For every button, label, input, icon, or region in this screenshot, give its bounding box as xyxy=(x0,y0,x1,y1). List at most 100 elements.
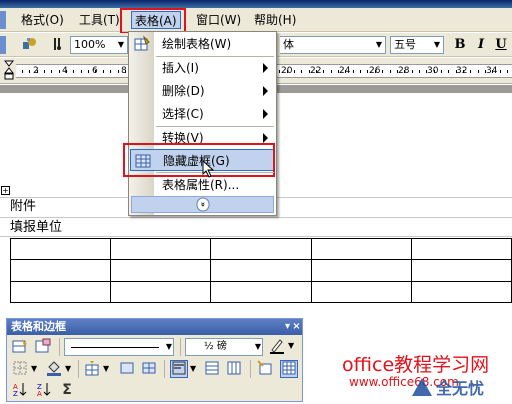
table-cell[interactable] xyxy=(110,259,212,282)
font-name-combo[interactable]: 体 ▼ xyxy=(280,36,386,54)
doc-line-attachment: 附件 xyxy=(10,199,37,214)
ruler-tick xyxy=(426,70,427,73)
outside-border-icon[interactable] xyxy=(11,360,29,378)
table-cell[interactable] xyxy=(410,259,512,282)
eraser-icon[interactable] xyxy=(34,338,52,356)
research-icon[interactable] xyxy=(20,36,38,54)
menu-item-label: 表格属性(R)... xyxy=(162,178,240,192)
table-cell[interactable] xyxy=(110,237,212,261)
distribute-columns-icon[interactable] xyxy=(225,360,243,378)
table-cell[interactable] xyxy=(410,237,512,261)
ruler-tick xyxy=(44,70,45,73)
toolbar-grip xyxy=(0,36,6,54)
ruler-tick xyxy=(463,70,464,73)
table-cell[interactable] xyxy=(9,259,112,282)
menu-item-label: 选择(C) xyxy=(162,107,204,121)
line-weight-value: ½ 磅 xyxy=(204,341,227,352)
gridline xyxy=(0,217,512,218)
table-cell[interactable] xyxy=(9,237,112,261)
line-style-combo[interactable]: ▼ xyxy=(64,338,174,356)
svg-text:A: A xyxy=(37,390,42,397)
ruler-tick xyxy=(37,70,38,73)
ruler-tick xyxy=(485,70,486,73)
menu-item-insert[interactable]: 插入(I) xyxy=(130,57,275,79)
doc-line-unit: 填报单位 xyxy=(10,220,63,235)
paragraph-icon[interactable] xyxy=(49,36,67,54)
ruler-tick xyxy=(478,70,479,73)
toolbar-options-icon[interactable]: ▾ xyxy=(283,319,292,335)
font-size-combo[interactable]: 五号 ▼ xyxy=(390,36,444,54)
table-cell[interactable] xyxy=(210,280,312,304)
table-cell[interactable] xyxy=(210,237,312,261)
sort-ascending-icon[interactable]: AZ xyxy=(11,381,29,399)
ruler-tick xyxy=(434,70,435,73)
ruler-tick xyxy=(338,70,339,73)
gridline xyxy=(0,236,512,237)
chevron-down-icon[interactable]: ▼ xyxy=(103,364,109,373)
ruler-tick xyxy=(331,70,332,73)
sort-descending-icon[interactable]: ZA xyxy=(35,381,53,399)
toolbar-separator xyxy=(59,338,60,356)
ruler-tick xyxy=(309,70,310,73)
line-weight-combo[interactable]: ½ 磅 ▼ xyxy=(185,338,263,356)
ruler-tick xyxy=(88,70,89,73)
insert-table-icon[interactable] xyxy=(83,360,101,378)
ruler-tick xyxy=(345,70,346,73)
menu-tools[interactable]: 工具(T) xyxy=(76,11,123,29)
ruler-number: 32 xyxy=(456,66,468,76)
shading-color-icon[interactable] xyxy=(45,360,63,378)
ruler-tick xyxy=(375,70,376,73)
table-row xyxy=(9,280,512,304)
autosum-icon[interactable]: Σ xyxy=(58,381,76,399)
tables-borders-titlebar[interactable]: 表格和边框 ▾ × xyxy=(7,319,302,335)
table-cell[interactable] xyxy=(110,280,212,304)
toolbar-title: 表格和边框 xyxy=(11,320,66,333)
chevron-down-icon[interactable]: ▼ xyxy=(31,364,37,373)
bold-button[interactable]: B xyxy=(452,36,468,54)
chevron-down-icon[interactable]: ▼ xyxy=(190,364,196,373)
indent-marker-icon[interactable] xyxy=(3,60,15,80)
menu-item-delete[interactable]: 删除(D) xyxy=(130,80,275,102)
ruler-tick xyxy=(367,70,368,73)
italic-button[interactable]: I xyxy=(473,36,489,54)
svg-text:全无忧: 全无忧 xyxy=(435,379,484,398)
toolbar-separator xyxy=(78,360,79,378)
submenu-arrow-icon xyxy=(263,109,268,119)
zoom-combo[interactable]: 100% ▼ xyxy=(70,36,128,54)
draw-table-icon[interactable] xyxy=(11,338,29,356)
table-cell[interactable] xyxy=(310,280,412,304)
underline-button[interactable]: U xyxy=(493,36,509,54)
menu-format[interactable]: 格式(O) xyxy=(18,11,67,29)
border-color-icon[interactable] xyxy=(268,338,286,356)
window-title-strip xyxy=(0,0,512,8)
ruler-tick xyxy=(22,70,23,73)
table-cell[interactable] xyxy=(410,280,512,304)
menu-item-draw-table[interactable]: 绘制表格(W) xyxy=(130,33,275,55)
submenu-arrow-icon xyxy=(263,63,268,73)
chevron-down-icon[interactable]: ▼ xyxy=(65,364,71,373)
split-cells-icon[interactable] xyxy=(140,360,158,378)
submenu-arrow-icon xyxy=(263,86,268,96)
table-cell[interactable] xyxy=(9,280,112,304)
table-cell[interactable] xyxy=(310,237,412,261)
ruler-tick xyxy=(390,70,391,73)
ruler-tick xyxy=(294,70,295,73)
document-table[interactable] xyxy=(9,237,512,304)
table-cell[interactable] xyxy=(210,259,312,282)
menu-window[interactable]: 窗口(W) xyxy=(193,11,244,29)
chevron-down-icon[interactable]: ▼ xyxy=(288,341,294,350)
menu-help[interactable]: 帮助(H) xyxy=(251,11,299,29)
align-icon[interactable] xyxy=(170,360,188,378)
close-icon[interactable]: × xyxy=(292,319,301,335)
table-cell[interactable] xyxy=(310,259,412,282)
svg-text:Z: Z xyxy=(13,390,18,397)
distribute-rows-icon[interactable] xyxy=(203,360,221,378)
table-move-handle-icon[interactable]: + xyxy=(1,186,10,195)
show-gridlines-icon[interactable] xyxy=(280,360,298,378)
ruler-tick xyxy=(301,70,302,73)
ruler-tick xyxy=(95,70,96,73)
table-autoformat-icon[interactable] xyxy=(256,360,274,378)
menu-item-select[interactable]: 选择(C) xyxy=(130,103,275,125)
merge-cells-icon[interactable] xyxy=(118,360,136,378)
ruler-tick xyxy=(456,70,457,73)
